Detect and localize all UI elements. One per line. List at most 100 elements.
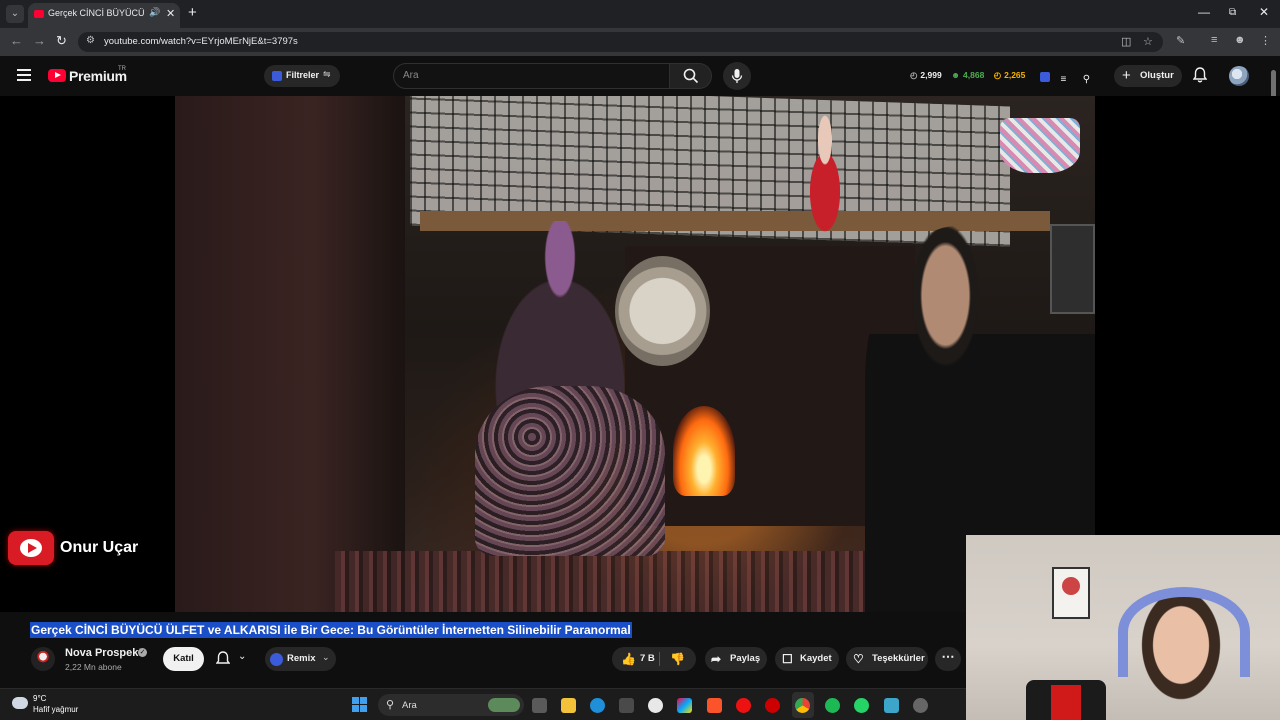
- filters-button[interactable]: Filtreler ⇋: [264, 65, 340, 87]
- notifications-bell-icon[interactable]: [1192, 67, 1208, 86]
- video-scene-wall: [175, 96, 405, 612]
- profile-icon[interactable]: ☻: [1234, 34, 1246, 46]
- close-window-icon[interactable]: ✕: [1259, 5, 1269, 19]
- cast-icon[interactable]: ◫: [1121, 35, 1131, 48]
- save-button[interactable]: ☐ Kaydet: [775, 647, 839, 671]
- back-icon[interactable]: ←: [10, 33, 23, 48]
- video-scene-doll: [795, 114, 855, 244]
- bell-icon: [216, 651, 230, 664]
- sliders-icon: ⇋: [323, 69, 331, 79]
- extension-logo-icon[interactable]: [1040, 72, 1050, 82]
- timer-icon: ◴: [993, 70, 1002, 80]
- list-icon[interactable]: ≡: [1060, 74, 1066, 85]
- restore-icon[interactable]: ⧉: [1229, 7, 1236, 18]
- opera-icon[interactable]: [736, 698, 751, 713]
- thumbs-down-icon[interactable]: 👎: [670, 647, 685, 671]
- browser-tab-active[interactable]: Gerçek CİNCİ BÜYÜCÜ ÜLFET ve ALKARISI il…: [28, 3, 180, 28]
- extension-icon: [272, 71, 282, 81]
- file-explorer-icon[interactable]: [561, 698, 576, 713]
- youtube-logo-icon[interactable]: [48, 69, 66, 82]
- clock-icon: ◴: [910, 70, 918, 80]
- search-input[interactable]: [403, 70, 653, 81]
- spotify-icon[interactable]: [825, 698, 840, 713]
- yandex-icon[interactable]: [648, 698, 663, 713]
- opera-gx-icon[interactable]: [765, 698, 780, 713]
- plus-icon: +: [1122, 67, 1131, 84]
- chevron-down-icon: ⌄: [322, 652, 330, 662]
- obs-icon[interactable]: [913, 698, 928, 713]
- windows-start-icon[interactable]: [352, 697, 368, 713]
- url-text[interactable]: youtube.com/watch?v=EYrjoMErNjE&t=3797s: [104, 36, 298, 47]
- play-triangle-icon: [28, 543, 37, 553]
- stat-likes: 4,868: [963, 70, 985, 80]
- media-controls-icon[interactable]: ≡: [1211, 34, 1217, 46]
- whatsapp-icon[interactable]: [854, 698, 869, 713]
- menu-icon[interactable]: [17, 69, 31, 81]
- like-count[interactable]: 7 B: [640, 647, 655, 671]
- extension-stats: ◴ 2,999 ☻ 4,868 ◴ 2,265: [910, 70, 1028, 81]
- create-button[interactable]: + Oluştur: [1114, 65, 1182, 87]
- notepad-icon[interactable]: [884, 698, 899, 713]
- youtube-favicon-icon: [34, 10, 44, 18]
- create-label: Oluştur: [1140, 70, 1174, 81]
- share-button[interactable]: ➦ Paylaş: [705, 647, 767, 671]
- browser-menu-icon[interactable]: ⋮: [1260, 34, 1271, 47]
- minimize-icon[interactable]: —: [1198, 5, 1210, 19]
- browser-toolbar: ← → ↻ ⚙ youtube.com/watch?v=EYrjoMErNjE&…: [0, 28, 1280, 56]
- video-scene-rug: [335, 551, 955, 612]
- taskbar-search-label: Ara: [402, 700, 417, 711]
- search-icon: [683, 68, 699, 84]
- watermark-name: Onur Uçar: [60, 539, 139, 556]
- remix-icon: [270, 653, 283, 666]
- account-avatar[interactable]: [1229, 66, 1249, 86]
- site-info-icon[interactable]: ⚙: [86, 35, 95, 46]
- weather-temperature[interactable]: 9°C: [33, 694, 46, 703]
- video-scene-basket: [1000, 118, 1080, 173]
- close-tab-icon[interactable]: ✕: [166, 7, 175, 20]
- thumbs-up-icon[interactable]: 👍: [621, 647, 636, 671]
- like-dislike-group: 👍 7 B 👎: [612, 647, 696, 671]
- webcam-chair-accent: [1051, 685, 1081, 720]
- search-box[interactable]: [393, 63, 670, 89]
- notification-settings-button[interactable]: ⌄: [212, 647, 256, 671]
- join-button[interactable]: Katıl: [163, 647, 204, 671]
- new-tab-icon[interactable]: +: [188, 4, 197, 21]
- save-label: Kaydet: [800, 653, 832, 664]
- speaker-icon[interactable]: 🔊: [149, 7, 160, 18]
- edge-icon[interactable]: [590, 698, 605, 713]
- video-scene-fire: [673, 406, 735, 496]
- channel-name[interactable]: Nova Prospekt: [65, 647, 142, 659]
- taskbar-search[interactable]: ⚲ Ara: [378, 694, 524, 716]
- tab-search-menu-icon[interactable]: ⌄: [6, 5, 24, 23]
- stat-time: 2,265: [1004, 70, 1026, 80]
- address-bar[interactable]: ⚙ youtube.com/watch?v=EYrjoMErNjE&t=3797…: [78, 32, 1163, 52]
- channel-avatar[interactable]: [31, 647, 55, 671]
- video-title[interactable]: Gerçek CİNCİ BÜYÜCÜ ÜLFET ve ALKARISI il…: [30, 622, 632, 638]
- microphone-icon: [731, 69, 743, 83]
- store-icon[interactable]: [619, 698, 634, 713]
- remix-button[interactable]: Remix ⌄: [265, 647, 336, 671]
- thanks-label: Teşekkürler: [872, 653, 925, 664]
- youtube-masthead: Premium TR Filtreler ⇋ ◴2,999 ☻4,868 ◴2,…: [0, 56, 1280, 96]
- webcam-wall-frame: [1052, 567, 1090, 619]
- thanks-button[interactable]: ♡ Teşekkürler: [846, 647, 928, 671]
- person-icon: ☻: [951, 70, 961, 80]
- voice-search-button[interactable]: [723, 62, 751, 90]
- tune-icon[interactable]: ⚲: [1083, 74, 1090, 85]
- bookmark-star-icon[interactable]: ☆: [1143, 35, 1153, 48]
- copilot-icon[interactable]: [677, 698, 692, 713]
- weather-cloud-icon[interactable]: [12, 697, 28, 709]
- task-view-icon[interactable]: [532, 698, 547, 713]
- share-label: Paylaş: [730, 653, 761, 664]
- more-actions-icon[interactable]: ⋯: [935, 647, 961, 671]
- forward-icon[interactable]: →: [33, 33, 46, 48]
- reload-icon[interactable]: ↻: [56, 33, 67, 49]
- subscriber-count: 2,22 Mn abone: [65, 662, 122, 672]
- chrome-icon[interactable]: [795, 698, 810, 713]
- search-button[interactable]: [670, 63, 712, 89]
- video-scene-woman-skirt: [475, 386, 665, 556]
- extensions-icon[interactable]: ✎: [1176, 34, 1185, 47]
- weather-description[interactable]: Hafif yağmur: [33, 705, 78, 714]
- brave-icon[interactable]: [707, 698, 722, 713]
- stat-views: 2,999: [920, 70, 942, 80]
